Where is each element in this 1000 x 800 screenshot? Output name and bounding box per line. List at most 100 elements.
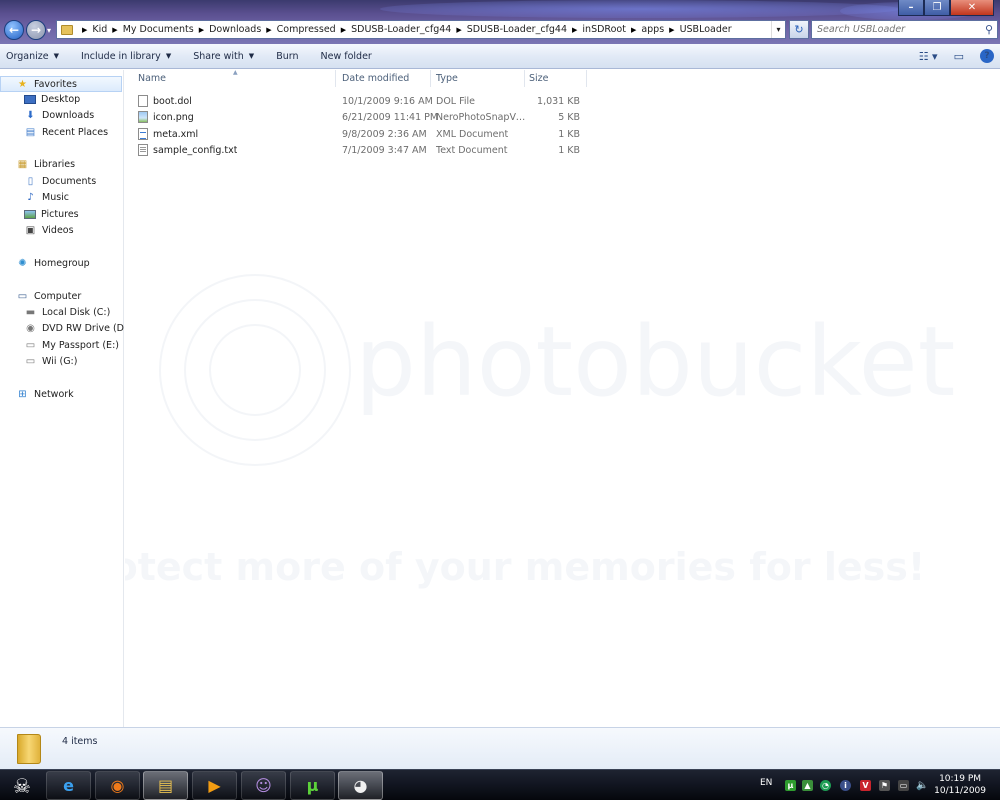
internet-explorer-button[interactable]: e [46, 771, 91, 800]
volume-icon[interactable]: 🔈 [916, 780, 928, 791]
media-player-icon: ▶ [208, 776, 221, 795]
clock-time: 10:19 PM [939, 774, 982, 784]
forward-arrow-icon: → [30, 23, 42, 37]
display-tray-icon[interactable]: ▭ [898, 780, 909, 791]
new-folder-label: New folder [320, 50, 372, 62]
column-header-type[interactable]: Type [431, 70, 525, 87]
search-input[interactable] [817, 24, 977, 35]
media-player-button[interactable]: ▶ [192, 771, 237, 800]
file-name-cell: meta.xml [138, 128, 198, 140]
sidebar-item-music[interactable]: ♪ Music [24, 192, 69, 203]
help-icon[interactable]: ? [980, 49, 994, 63]
security-tray-icon[interactable]: ◔ [820, 780, 831, 791]
breadcrumb-separator-icon[interactable]: ▶ [112, 26, 117, 34]
utorrent-button[interactable]: µ [290, 771, 335, 800]
breadcrumb-item[interactable]: SDUSB-Loader_cfg44 [467, 24, 567, 35]
sidebar-item-local-disk[interactable]: ▬ Local Disk (C:) [24, 307, 111, 318]
sidebar-item-label: Homegroup [34, 258, 90, 269]
file-name: meta.xml [153, 128, 199, 140]
start-button[interactable]: ☠ [2, 770, 42, 800]
breadcrumb-separator-icon[interactable]: ▶ [572, 26, 577, 34]
forward-button[interactable]: → [26, 20, 46, 40]
app-button[interactable]: ◕ [338, 771, 383, 800]
file-row[interactable]: meta.xml 9/8/2009 2:36 AM XML Document 1… [138, 126, 588, 142]
language-indicator[interactable]: EN [760, 778, 772, 788]
search-icon[interactable]: ⚲ [985, 23, 993, 36]
sidebar-item-computer[interactable]: ▭ Computer [16, 291, 81, 302]
minimize-button[interactable]: – [898, 0, 924, 16]
network-tray-icon[interactable]: ▲ [802, 780, 813, 791]
sidebar-item-desktop[interactable]: Desktop [24, 94, 80, 105]
pictures-icon [24, 210, 36, 219]
close-button[interactable]: ✕ [950, 0, 994, 16]
sidebar-item-favorites[interactable]: ★ Favorites [0, 76, 122, 92]
details-pane: 4 items [0, 727, 1000, 769]
sidebar-item-downloads[interactable]: ⬇ Downloads [24, 110, 94, 121]
recent-pages-dropdown[interactable]: ▾ [47, 26, 51, 35]
sidebar-item-homegroup[interactable]: ✺ Homegroup [16, 258, 90, 269]
breadcrumb-separator-icon[interactable]: ▶ [266, 26, 271, 34]
breadcrumb-separator-icon[interactable]: ▶ [82, 26, 87, 34]
breadcrumb-separator-icon[interactable]: ▶ [631, 26, 636, 34]
file-size: 1 KB [558, 128, 580, 140]
breadcrumb-item[interactable]: inSDRoot [582, 24, 626, 35]
firefox-button[interactable]: ◉ [95, 771, 140, 800]
sidebar-item-documents[interactable]: ▯ Documents [24, 176, 96, 187]
sidebar-item-libraries[interactable]: ▦ Libraries [16, 159, 75, 170]
breadcrumb-item[interactable]: Kid [92, 24, 107, 35]
action-center-icon[interactable]: ⚑ [879, 780, 890, 791]
refresh-button[interactable]: ↻ [789, 20, 809, 39]
maximize-button[interactable]: ❐ [924, 0, 950, 16]
column-header-label: Name [138, 73, 167, 84]
breadcrumb-separator-icon[interactable]: ▶ [669, 26, 674, 34]
sidebar-item-videos[interactable]: ▣ Videos [24, 225, 74, 236]
share-with-button[interactable]: Share with ▼ [193, 51, 254, 62]
antivirus-tray-icon[interactable]: V [860, 780, 871, 791]
info-tray-icon[interactable]: i [840, 780, 851, 791]
item-count: 4 items [62, 736, 98, 747]
column-header-name[interactable]: Name ▲ [125, 70, 336, 87]
include-in-library-button[interactable]: Include in library ▼ [81, 51, 171, 62]
sidebar-item-pictures[interactable]: Pictures [24, 209, 79, 220]
utorrent-tray-icon[interactable]: µ [785, 780, 796, 791]
sidebar-item-label: DVD RW Drive (D:) [42, 323, 131, 334]
windows-explorer-button[interactable]: ▤ [143, 771, 188, 800]
file-row[interactable]: sample_config.txt 7/1/2009 3:47 AM Text … [138, 142, 588, 158]
file-row[interactable]: icon.png 6/21/2009 11:41 PM NeroPhotoSna… [138, 109, 588, 125]
sidebar-item-dvd-drive[interactable]: ◉ DVD RW Drive (D:) [24, 323, 131, 334]
sidebar-item-recent-places[interactable]: ▤ Recent Places [24, 127, 108, 138]
sidebar-item-label: Libraries [34, 159, 76, 170]
organize-button[interactable]: Organize ▼ [6, 51, 59, 62]
clock[interactable]: 10:19 PM 10/11/2009 [934, 773, 986, 797]
breadcrumb-item[interactable]: SDUSB-Loader_cfg44 [351, 24, 451, 35]
column-header-date-modified[interactable]: Date modified [336, 70, 431, 87]
breadcrumb-separator-icon[interactable]: ▶ [199, 26, 204, 34]
sidebar-item-wii[interactable]: ▭ Wii (G:) [24, 356, 78, 367]
videos-icon: ▣ [25, 225, 36, 236]
breadcrumb-separator-icon[interactable]: ▶ [456, 26, 461, 34]
preview-pane-icon[interactable]: ▭ [954, 50, 964, 63]
change-view-icon[interactable]: ☷ ▾ [919, 50, 938, 63]
file-date: 9/8/2009 2:36 AM [342, 128, 427, 140]
sidebar-item-my-passport[interactable]: ▭ My Passport (E:) [24, 340, 119, 351]
breadcrumb-item[interactable]: apps [641, 24, 664, 35]
yahoo-messenger-button[interactable]: ☺ [241, 771, 286, 800]
generic-file-icon [138, 95, 148, 107]
watermark-logo: photobucket [355, 306, 955, 418]
new-folder-button[interactable]: New folder [321, 51, 372, 62]
file-row[interactable]: boot.dol 10/1/2009 9:16 AM DOL File 1,03… [138, 93, 588, 109]
breadcrumb-item[interactable]: My Documents [123, 24, 194, 35]
share-with-label: Share with [193, 50, 244, 62]
burn-button[interactable]: Burn [276, 51, 298, 62]
breadcrumb-separator-icon[interactable]: ▶ [341, 26, 346, 34]
breadcrumb-item[interactable]: USBLoader [680, 24, 732, 35]
address-dropdown-icon[interactable]: ▾ [771, 21, 785, 38]
music-icon: ♪ [27, 192, 34, 203]
back-button[interactable]: ← [4, 20, 24, 40]
breadcrumb-item[interactable]: Downloads [209, 24, 261, 35]
address-bar[interactable]: ▶ Kid ▶ My Documents ▶ Downloads ▶ Compress… [56, 20, 786, 39]
search-box[interactable]: ⚲ [811, 20, 998, 39]
breadcrumb-item[interactable]: Compressed [277, 24, 336, 35]
column-header-size[interactable]: Size [525, 70, 587, 87]
sidebar-item-network[interactable]: ⊞ Network [16, 389, 73, 400]
